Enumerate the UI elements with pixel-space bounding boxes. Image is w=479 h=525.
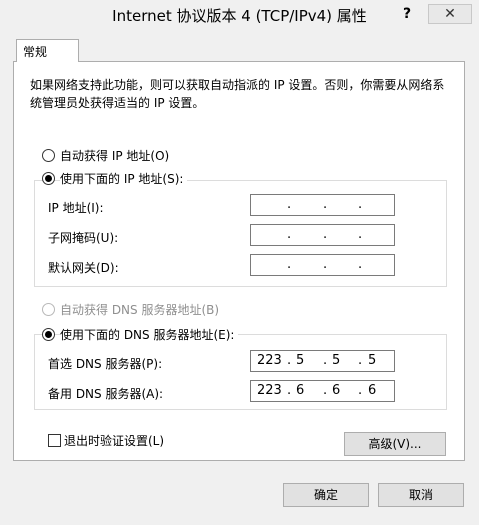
help-button[interactable]: ?: [396, 4, 418, 24]
default-gateway-label: 默认网关(D):: [48, 261, 119, 275]
close-button[interactable]: ✕: [428, 4, 472, 24]
title-bar: Internet 协议版本 4 (TCP/IPv4) 属性 ? ✕: [0, 0, 479, 32]
validate-on-exit-label: 退出时验证设置(L): [64, 434, 165, 448]
alternate-dns-label: 备用 DNS 服务器(A):: [48, 387, 164, 401]
description-text: 如果网络支持此功能，则可以获取自动指派的 IP 设置。否则，你需要从网络系统管理…: [30, 78, 445, 110]
alternate-dns-input[interactable]: 223 . 6 . 6 . 6: [250, 380, 395, 402]
preferred-dns-input[interactable]: 223 . 5 . 5 . 5: [250, 350, 395, 372]
auto-dns-label: 自动获得 DNS 服务器地址(B): [60, 303, 220, 317]
auto-ip-label: 自动获得 IP 地址(O): [60, 149, 170, 163]
manual-ip-label: 使用下面的 IP 地址(S):: [60, 170, 188, 187]
validate-on-exit-checkbox[interactable]: [48, 434, 61, 447]
preferred-dns-label: 首选 DNS 服务器(P):: [48, 357, 163, 371]
tab-general[interactable]: 常规: [16, 39, 79, 62]
manual-ip-radio[interactable]: [42, 172, 55, 185]
advanced-button[interactable]: 高级(V)...: [344, 432, 446, 456]
cancel-button[interactable]: 取消: [378, 483, 464, 507]
ip-address-label: IP 地址(I):: [48, 201, 104, 215]
auto-dns-radio[interactable]: [42, 303, 55, 316]
default-gateway-input[interactable]: . . .: [250, 254, 395, 276]
subnet-mask-input[interactable]: . . .: [250, 224, 395, 246]
ok-button[interactable]: 确定: [283, 483, 369, 507]
close-icon: ✕: [444, 6, 456, 22]
ip-address-input[interactable]: . . .: [250, 194, 395, 216]
manual-dns-label: 使用下面的 DNS 服务器地址(E):: [60, 326, 239, 343]
auto-ip-radio[interactable]: [42, 149, 55, 162]
subnet-mask-label: 子网掩码(U):: [48, 231, 119, 245]
manual-dns-radio[interactable]: [42, 328, 55, 341]
